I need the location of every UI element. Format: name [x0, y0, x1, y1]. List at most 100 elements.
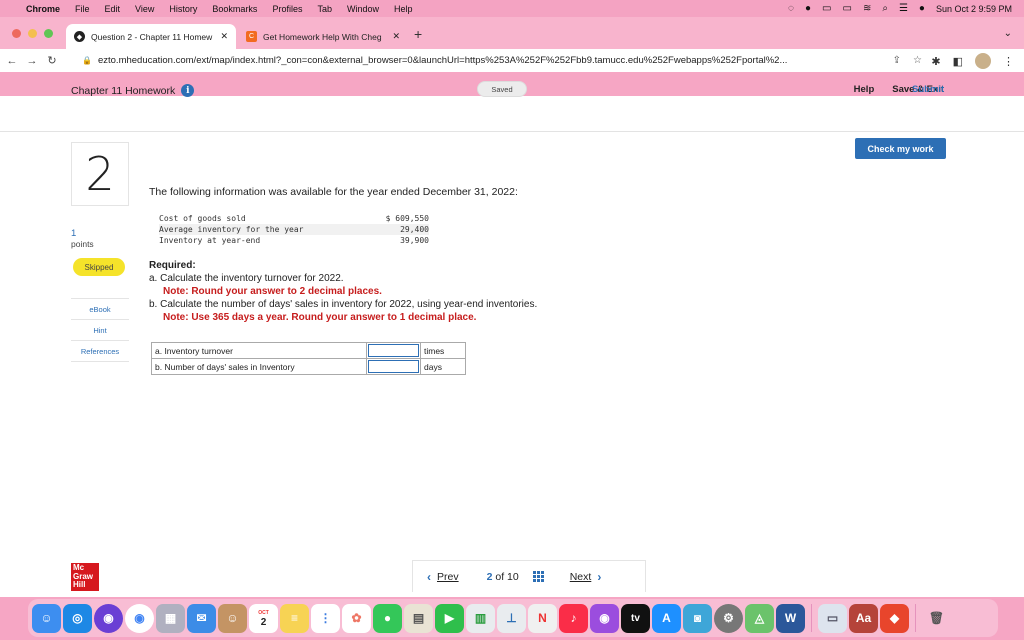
screenshot-icon[interactable]: ▭: [818, 603, 847, 633]
assignment-title-wrap: Chapter 11 Homework i: [71, 84, 195, 97]
siri-icon[interactable]: ◉: [94, 603, 123, 633]
sidepanel-icon[interactable]: ◧: [953, 55, 963, 68]
ring-icon[interactable]: ◙: [683, 603, 712, 633]
saved-status-badge: Saved: [477, 81, 527, 97]
menu-window[interactable]: Window: [347, 4, 379, 14]
photos-icon[interactable]: ✿: [342, 603, 371, 633]
url-text[interactable]: ezto.mheducation.com/ext/map/index.html?…: [98, 55, 881, 66]
calendar-day: 2: [260, 617, 267, 628]
menu-bookmarks[interactable]: Bookmarks: [212, 4, 257, 14]
zoom-window-button[interactable]: [44, 29, 53, 38]
tv-icon[interactable]: tv: [621, 603, 650, 633]
tab-chegg[interactable]: C Get Homework Help With Cheg ✕: [238, 24, 408, 49]
menu-tab[interactable]: Tab: [317, 4, 332, 14]
facetime-icon[interactable]: ▶: [435, 603, 464, 633]
submit-link[interactable]: Submit: [912, 84, 944, 95]
new-tab-icon[interactable]: +: [414, 26, 422, 42]
notes-icon[interactable]: ≡: [280, 603, 309, 633]
dock-separator: [811, 604, 812, 632]
close-tab-icon[interactable]: ✕: [392, 31, 400, 42]
extensions-icon[interactable]: ✱: [931, 55, 940, 68]
info-icon[interactable]: i: [181, 84, 195, 97]
keynote-icon[interactable]: ⊥: [497, 603, 526, 633]
safari-icon[interactable]: ◎: [63, 603, 92, 633]
battery-icon[interactable]: ▭: [842, 3, 851, 14]
answer-cell: [366, 342, 421, 359]
maps-icon[interactable]: ◬: [745, 603, 774, 633]
chrome-icon[interactable]: ◉: [125, 603, 154, 633]
search-icon[interactable]: ⌕: [882, 3, 888, 14]
messages-icon[interactable]: ●: [373, 603, 402, 633]
contacts-icon[interactable]: ☺: [218, 603, 247, 633]
menu-app-name[interactable]: Chrome: [26, 4, 60, 14]
podcasts-icon[interactable]: ◉: [590, 603, 619, 633]
menu-history[interactable]: History: [169, 4, 197, 14]
data-label: Cost of goods sold: [159, 214, 246, 223]
tab-title: Get Homework Help With Cheg: [263, 31, 382, 42]
address-bar[interactable]: 🔒 ezto.mheducation.com/ext/map/index.htm…: [82, 51, 922, 70]
system-preferences-icon[interactable]: ⚙: [714, 603, 743, 633]
numbers-icon[interactable]: ▥: [466, 603, 495, 633]
calendar-icon[interactable]: OCT 2: [249, 603, 278, 633]
grammarly-icon[interactable]: ●: [805, 3, 811, 14]
current-question: 2: [486, 570, 493, 583]
hint-link[interactable]: Hint: [71, 320, 129, 341]
control-center-icon[interactable]: ☰: [899, 3, 908, 14]
menu-view[interactable]: View: [135, 4, 154, 14]
prev-button[interactable]: ‹ Prev: [427, 570, 459, 584]
answer-unit: days: [420, 358, 466, 375]
close-window-button[interactable]: [12, 29, 21, 38]
part-a-note: Note: Round your answer to 2 decimal pla…: [163, 286, 382, 297]
display-icon[interactable]: ▭: [822, 3, 831, 14]
word-icon[interactable]: W: [776, 603, 805, 633]
data-label: Inventory at year-end: [159, 236, 261, 245]
lock-icon[interactable]: 🔒: [82, 56, 92, 65]
data-value: 29,400: [400, 225, 429, 234]
answer-label: b. Number of days' sales in Inventory: [151, 358, 367, 375]
help-link[interactable]: Help: [854, 84, 875, 95]
close-tab-icon[interactable]: ✕: [220, 31, 228, 42]
check-my-work-button[interactable]: Check my work: [855, 138, 946, 159]
menu-help[interactable]: Help: [394, 4, 413, 14]
points-value: 1: [71, 228, 77, 239]
siri-status-icon[interactable]: ●: [919, 3, 925, 14]
reminders-icon[interactable]: ⋮: [311, 603, 340, 633]
dictionary-icon[interactable]: Aa: [849, 603, 878, 633]
spiral-icon[interactable]: ◌: [788, 3, 794, 14]
next-button[interactable]: Next ›: [570, 570, 602, 584]
news-icon[interactable]: N: [528, 603, 557, 633]
more-menu-icon[interactable]: ⋮: [1003, 55, 1014, 68]
share-icon[interactable]: ⇪: [893, 55, 901, 66]
minimize-window-button[interactable]: [28, 29, 37, 38]
preview-icon[interactable]: ▤: [404, 603, 433, 633]
forward-icon[interactable]: →: [24, 55, 40, 67]
menu-file[interactable]: File: [75, 4, 90, 14]
answer-row: a. Inventory turnover times: [151, 342, 466, 359]
mail-icon[interactable]: ✉: [187, 603, 216, 633]
bookmark-star-icon[interactable]: ☆: [913, 55, 922, 66]
menu-edit[interactable]: Edit: [105, 4, 121, 14]
tab-question[interactable]: ◆ Question 2 - Chapter 11 Homew ✕: [66, 24, 236, 49]
menu-profiles[interactable]: Profiles: [272, 4, 302, 14]
grid-view-icon[interactable]: [532, 571, 544, 582]
appstore-icon[interactable]: A: [652, 603, 681, 633]
finder-icon[interactable]: ☺: [32, 603, 61, 633]
clock[interactable]: Sun Oct 2 9:59 PM: [936, 4, 1012, 14]
answer-cell: [366, 358, 421, 375]
chevron-left-icon: ‹: [427, 569, 431, 584]
trash-icon[interactable]: 🗑: [922, 604, 951, 633]
inventory-turnover-input[interactable]: [368, 344, 419, 357]
wifi-icon[interactable]: ≋: [863, 3, 871, 14]
back-icon[interactable]: ←: [4, 55, 20, 67]
ebook-link[interactable]: eBook: [71, 299, 129, 320]
music-icon[interactable]: ♪: [559, 603, 588, 633]
data-value: $ 609,550: [385, 214, 429, 223]
days-sales-input[interactable]: [368, 360, 419, 373]
references-link[interactable]: References: [71, 341, 129, 362]
anydesk-icon[interactable]: ◆: [880, 603, 909, 633]
reload-icon[interactable]: ↻: [44, 54, 60, 67]
profile-avatar[interactable]: [975, 53, 991, 69]
launchpad-icon[interactable]: ▦: [156, 603, 185, 633]
chevron-down-icon[interactable]: ⌄: [1004, 28, 1012, 39]
chegg-favicon-icon: C: [246, 31, 257, 42]
